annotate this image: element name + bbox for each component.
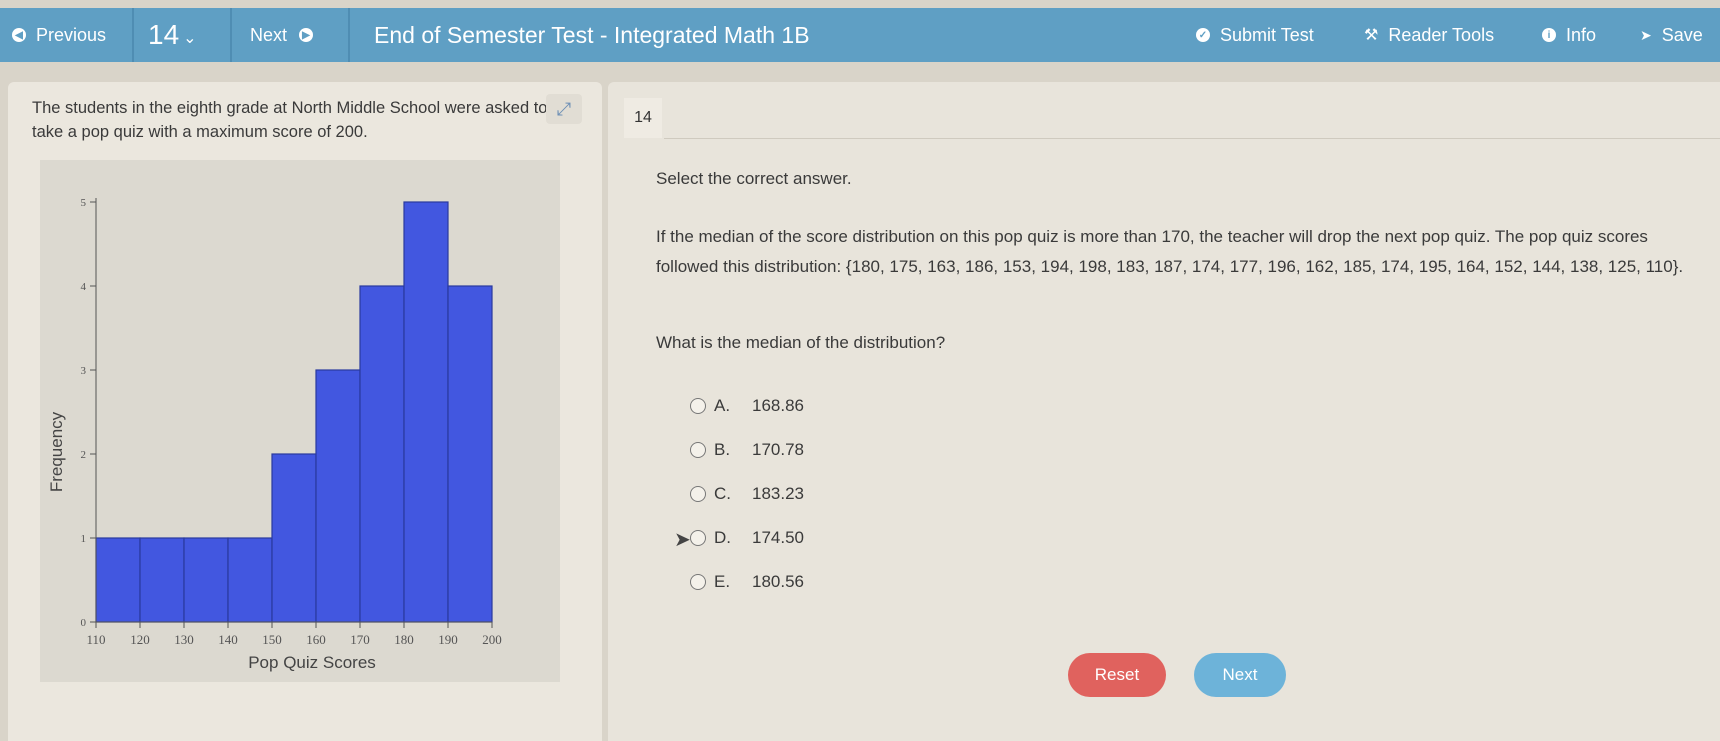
choice-a[interactable]: A. 168.86	[690, 396, 804, 416]
histogram-bar	[447, 285, 493, 623]
previous-label: Previous	[36, 24, 107, 45]
reset-button[interactable]: Reset	[1068, 653, 1166, 697]
instruction-text: Select the correct answer.	[656, 169, 852, 188]
previous-button[interactable]: ◀ Previous	[12, 8, 106, 62]
arrow-right-icon: ▶	[299, 28, 314, 42]
info-button[interactable]: i Info	[1542, 8, 1596, 62]
question-number: 14	[148, 19, 180, 50]
histogram-bar	[183, 537, 229, 623]
check-circle-icon: ✓	[1196, 28, 1210, 42]
wrench-icon: ⚒	[1364, 27, 1379, 44]
next-top-button[interactable]: Next ▶	[250, 8, 314, 62]
choice-d[interactable]: D. 174.50	[690, 528, 804, 548]
question-prompt: What is the median of the distribution?	[656, 333, 946, 352]
choice-c[interactable]: C. 183.23	[690, 484, 804, 504]
choice-letter: C.	[714, 484, 731, 503]
question-body: If the median of the score distribution …	[656, 227, 1684, 276]
choice-value: 174.50	[752, 528, 804, 547]
y-tick-label: 0	[81, 617, 87, 629]
choice-letter: E.	[714, 572, 731, 591]
x-tick-label: 180	[394, 632, 414, 647]
expand-icon[interactable]: ⤢	[546, 94, 582, 124]
info-label: Info	[1566, 24, 1597, 45]
x-axis-label: Pop Quiz Scores	[248, 653, 376, 672]
histogram-bar	[139, 537, 185, 623]
divider	[348, 8, 350, 62]
histogram-bar	[95, 537, 141, 623]
mouse-cursor-icon: ➤	[674, 529, 691, 551]
choice-letter: A.	[714, 396, 731, 415]
x-tick-label: 110	[86, 632, 105, 647]
choice-value: 170.78	[752, 440, 804, 459]
x-tick-label: 170	[350, 632, 370, 647]
histogram-chart: 0 1 2 3 4 5 110 120 130 140 150 160 170 180 190 200 Po…	[40, 160, 560, 682]
choice-letter: B.	[714, 440, 731, 459]
radio-button[interactable]	[690, 530, 706, 546]
histogram-bar	[271, 453, 317, 623]
save-button[interactable]: ➤ Save	[1640, 8, 1703, 62]
save-label: Save	[1661, 24, 1703, 45]
info-icon: i	[1542, 28, 1556, 42]
x-tick-label: 120	[130, 632, 150, 647]
chevron-down-icon: ⌄	[183, 30, 197, 47]
histogram-bar	[359, 285, 405, 623]
submit-label: Submit Test	[1220, 24, 1314, 45]
reader-tools-button[interactable]: ⚒ Reader Tools	[1364, 8, 1494, 62]
reader-tools-label: Reader Tools	[1388, 24, 1495, 45]
choice-value: 168.86	[752, 396, 804, 415]
x-tick-label: 160	[306, 632, 326, 647]
y-tick-label: 2	[81, 449, 87, 461]
next-button[interactable]: Next	[1194, 653, 1286, 697]
y-tick-label: 3	[81, 365, 87, 377]
y-axis-label: Frequency	[47, 411, 66, 492]
next-top-label: Next	[250, 24, 288, 45]
question-number-tab: 14	[624, 98, 662, 138]
save-icon: ➤	[1640, 26, 1652, 43]
choice-b[interactable]: B. 170.78	[690, 440, 804, 460]
passage-panel: The students in the eighth grade at Nort…	[8, 82, 602, 741]
submit-test-button[interactable]: ✓ Submit Test	[1196, 8, 1314, 62]
header-divider	[664, 138, 1720, 139]
x-tick-label: 190	[438, 632, 458, 647]
histogram-bar	[403, 201, 449, 623]
choice-value: 183.23	[752, 484, 804, 503]
histogram-bar	[315, 369, 361, 623]
divider	[132, 8, 134, 62]
radio-button[interactable]	[690, 442, 706, 458]
histogram-bar	[227, 537, 273, 623]
radio-button[interactable]	[690, 398, 706, 414]
y-tick-label: 5	[81, 197, 87, 209]
y-tick-label: 1	[81, 533, 87, 545]
radio-button[interactable]	[690, 574, 706, 590]
x-tick-label: 140	[218, 632, 238, 647]
top-toolbar: ◀ Previous 14 ⌄ Next ▶ End of Semester T…	[0, 8, 1720, 62]
x-tick-label: 150	[262, 632, 282, 647]
test-title: End of Semester Test - Integrated Math 1…	[374, 21, 810, 48]
divider	[230, 8, 232, 62]
y-tick-label: 4	[81, 281, 87, 293]
passage-text: The students in the eighth grade at Nort…	[32, 99, 548, 141]
arrow-left-icon: ◀	[12, 28, 26, 42]
choice-e[interactable]: E. 180.56	[690, 572, 804, 592]
choice-value: 180.56	[752, 572, 804, 591]
radio-button[interactable]	[690, 486, 706, 502]
choice-letter: D.	[714, 528, 731, 547]
x-tick-label: 200	[482, 632, 502, 647]
x-tick-label: 130	[174, 632, 194, 647]
question-number-dropdown[interactable]: 14 ⌄	[148, 8, 197, 62]
